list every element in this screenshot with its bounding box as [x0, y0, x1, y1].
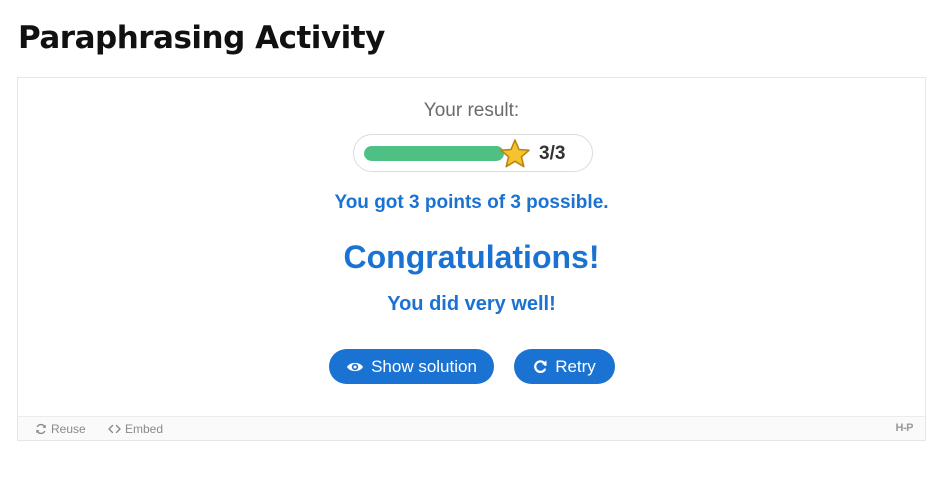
embed-button[interactable]: Embed	[108, 422, 163, 436]
show-solution-button[interactable]: Show solution	[329, 349, 494, 384]
result-label: Your result:	[423, 100, 520, 121]
retry-button[interactable]: Retry	[514, 349, 615, 384]
reuse-label: Reuse	[51, 422, 86, 436]
h5p-logo[interactable]: H-P	[896, 422, 914, 434]
feedback-text: You did very well!	[387, 293, 556, 315]
h5p-activity-container: Your result: 3/3 You got 3 points of 3 p…	[17, 77, 926, 441]
score-progress-fill	[364, 146, 504, 161]
code-icon	[108, 424, 121, 434]
reuse-button[interactable]: Reuse	[35, 422, 86, 436]
page-title: Paraphrasing Activity	[18, 20, 385, 56]
h5p-footer: Reuse Embed H-P	[18, 416, 925, 440]
score-progress-track	[364, 146, 504, 161]
show-solution-label: Show solution	[371, 356, 477, 376]
score-text: 3/3	[539, 143, 566, 164]
eye-icon	[347, 362, 364, 371]
points-summary: You got 3 points of 3 possible.	[334, 192, 609, 213]
retry-label: Retry	[555, 356, 596, 376]
retry-icon	[534, 360, 547, 374]
congratulations-heading: Congratulations!	[343, 239, 600, 275]
refresh-icon	[36, 423, 46, 435]
score-bar: 3/3	[353, 134, 593, 172]
embed-label: Embed	[125, 422, 164, 436]
star-icon	[500, 139, 530, 168]
